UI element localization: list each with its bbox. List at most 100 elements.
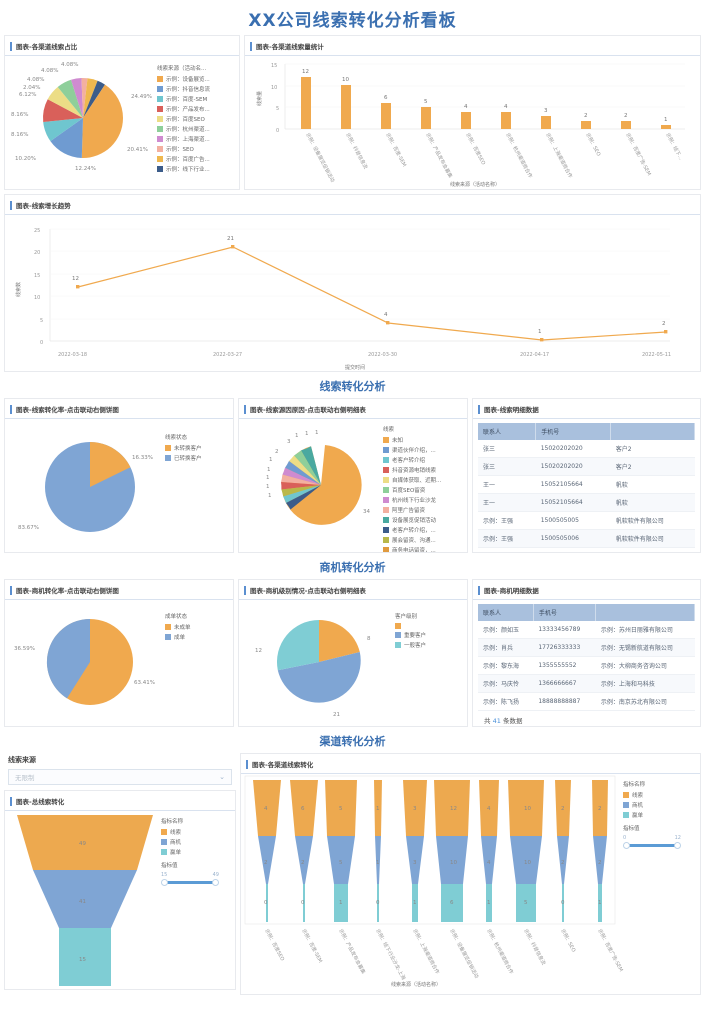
swatch-icon [157, 86, 163, 92]
lead-source-filter[interactable]: 无限制 ⌄ [8, 769, 232, 785]
slider-knob-right[interactable] [212, 879, 219, 886]
svg-text:10: 10 [524, 806, 531, 812]
metric-slider[interactable] [161, 879, 219, 886]
svg-text:12: 12 [255, 648, 262, 654]
column-header-contact[interactable]: 联系人 [478, 423, 537, 440]
cell-contact: 示例：王强 [478, 529, 536, 548]
svg-text:5: 5 [276, 106, 279, 112]
svg-text:示例：设备展览促销活动: 示例：设备展览促销活动 [304, 132, 336, 184]
svg-text:2: 2 [561, 860, 565, 866]
opp-level-legend: 客户级别 重要客户 一般客户 [395, 612, 426, 651]
total-funnel-chart[interactable]: 49 41 15 指标名称 线索 商机 赢单 指标值 15 49 [5, 811, 235, 988]
svg-text:5: 5 [40, 318, 43, 324]
svg-text:1: 1 [664, 117, 668, 123]
swatch-icon [383, 437, 389, 443]
opp-rate-legend: 成单状态 未成单 成单 [165, 612, 191, 643]
column-header-company[interactable] [610, 423, 695, 440]
svg-text:10: 10 [450, 860, 457, 866]
legend-label: 百度SEO留资 [392, 488, 426, 494]
lead-reason-pie-chart[interactable]: 34 3 2 1 1 1 1 1 1 1 1 线索 未知 渠道伙伴介绍，... … [239, 419, 467, 552]
column-header-company[interactable] [595, 604, 695, 621]
slider-knob-right[interactable] [674, 842, 681, 849]
svg-text:25: 25 [34, 228, 40, 234]
swatch-icon [157, 156, 163, 162]
card-title: 图表-总线索转化 [16, 798, 65, 806]
svg-text:1: 1 [267, 467, 271, 473]
svg-text:0: 0 [376, 900, 380, 906]
growth-line-chart[interactable]: 25 20 15 10 5 0 线索数 12 21 4 1 2 2022-03-… [5, 215, 700, 370]
table-header-row: 联系人 手机号 [478, 423, 695, 440]
cell-phone: 1500505006 [535, 529, 611, 548]
legend-item: 赢单 [623, 811, 681, 819]
card-total-funnel: 图表-总线索转化 49 41 15 指标名称 线索 商机 赢单 指标值 15 4… [4, 790, 236, 990]
cell-company: 帆软 [610, 475, 695, 494]
legend-item: 未转换客户 [165, 444, 202, 452]
channel-funnel-chart[interactable]: 420 620 551 110 331 12106 441 10105 [241, 774, 700, 992]
svg-text:示例：上海渠道商合作: 示例：上海渠道商合作 [544, 132, 574, 179]
legend-item: 示例：百度-SEM [157, 95, 210, 103]
legend-label: 成单 [174, 635, 186, 641]
svg-text:1: 1 [376, 860, 380, 866]
legend-label: 自媒体获取、近期... [392, 478, 442, 484]
section-channel-conversion: 渠道转化分析 [319, 735, 386, 748]
card-title: 图表-商机转化率-点击联动右侧饼图 [16, 587, 119, 595]
cell-company: 示例：上海和马科技 [595, 674, 695, 693]
legend-item: 线索 [623, 791, 681, 799]
swatch-icon [383, 517, 389, 523]
legend-label: 杭州线下行业沙龙 [392, 498, 437, 504]
cell-phone: 17726333333 [533, 638, 596, 657]
card-header: 图表-线索转化率-点击联动右侧饼图 [5, 399, 233, 419]
legend-label: 老客户转介绍 [392, 458, 426, 464]
column-header-phone[interactable]: 手机号 [533, 604, 597, 621]
svg-text:示例：百度SEO: 示例：百度SEO [464, 132, 487, 166]
swatch-icon [623, 812, 629, 818]
opp-table-wrap[interactable]: 联系人 手机号 示例：颜如玉 13333456789 示例：苏州日丽雅有限公司 示例… [473, 600, 700, 726]
swatch-icon [157, 136, 163, 142]
lead-table-wrap[interactable]: 联系人 手机号 张三 15020202020 客户2 张三 15020202020 客户… [473, 419, 700, 552]
slider-min-value: 0 [623, 835, 627, 841]
svg-text:示例：百度SEO: 示例：百度SEO [263, 928, 286, 962]
total-funnel-legend: 指标名称 线索 商机 赢单 指标值 15 49 [161, 817, 219, 886]
opp-level-pie-chart[interactable]: 8 12 21 客户级别 重要客户 一般客户 [239, 600, 467, 724]
swatch-icon [383, 447, 389, 453]
table-row: 示例：肖兵 17726333333 示例：无锡新航道有限公司 [478, 638, 695, 657]
column-header-phone[interactable]: 手机号 [535, 423, 612, 440]
card-title: 图表-线索明细数据 [484, 406, 539, 414]
slider-knob-left[interactable] [161, 879, 168, 886]
slider-knob-left[interactable] [623, 842, 630, 849]
legend-item: 线索 [161, 828, 219, 836]
legend-label: 示例：抖音信息流 [166, 87, 211, 93]
cell-contact: 示例：陈飞扬 [478, 692, 534, 711]
svg-text:4.08%: 4.08% [61, 62, 78, 68]
chevron-down-icon[interactable]: ⌄ [219, 773, 225, 781]
svg-text:4: 4 [504, 104, 508, 110]
metric-slider[interactable] [623, 842, 681, 849]
svg-text:2: 2 [301, 860, 305, 866]
table-row: 示例：王强 1500505005 帆软软件有限公司 [478, 511, 695, 530]
cell-company: 客户2 [610, 457, 695, 476]
legend-label: 重要客户 [404, 633, 427, 639]
card-title: 图表-线索转化率-点击联动右侧饼图 [16, 406, 119, 414]
legend-title: 成单状态 [165, 614, 188, 620]
column-header-contact[interactable]: 联系人 [478, 604, 534, 621]
cell-company: 帆软软件有限公司 [610, 511, 695, 530]
svg-text:示例：杭州渠道商合作: 示例：杭州渠道商合作 [485, 928, 515, 975]
card-lead-rate-pie: 图表-线索转化率-点击联动右侧饼图 16.33% 83.67% 线索状态 未转换… [4, 398, 234, 553]
legend-item: 老客户转介绍，... [383, 526, 467, 534]
card-title: 图表-商机明细数据 [484, 587, 539, 595]
left-funnel-column: 线索来源 无限制 ⌄ 图表-总线索转化 49 41 15 指标名称 线索 商机 … [4, 753, 236, 995]
channel-pie-chart[interactable]: 24.49% 20.41% 12.24% 10.20% 8.16% 8.16% … [5, 56, 239, 186]
svg-text:0: 0 [561, 900, 565, 906]
opp-rate-pie-chart[interactable]: 36.59% 63.41% 成单状态 未成单 成单 [5, 600, 233, 724]
accent-bar-icon [10, 200, 12, 210]
lead-rate-pie-chart[interactable]: 16.33% 83.67% 线索状态 未转换客户 已转换客户 [5, 419, 233, 549]
cell-phone: 1366666667 [533, 674, 596, 693]
lead-rate-legend: 线索状态 未转换客户 已转换客户 [165, 433, 202, 464]
accent-bar-icon [478, 585, 480, 595]
channel-bar-chart[interactable]: 15 10 5 0 线索量 12 10 6 5 4 4 3 2 2 1 示例：设… [245, 56, 700, 188]
svg-text:15: 15 [271, 63, 277, 69]
table-row: 示例：陈飞扬 18888888887 示例：南京苏北有限公司 [478, 692, 695, 711]
svg-text:线索来源（活动名称）: 线索来源（活动名称） [450, 181, 500, 188]
svg-text:10: 10 [34, 295, 40, 301]
card-header: 图表-线索明细数据 [473, 399, 700, 419]
